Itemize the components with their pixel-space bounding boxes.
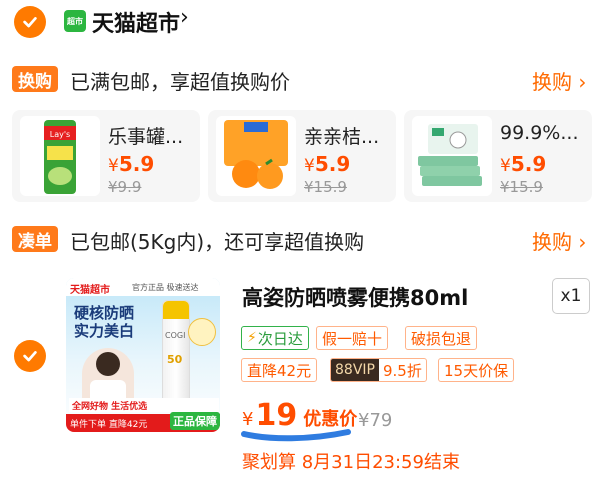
addon-text: 已包邮(5Kg内)，还可享超值换购	[70, 230, 365, 254]
exchange-tag: 换购	[12, 66, 58, 92]
price-protect-badge: 15天价保	[438, 358, 515, 382]
addon-tag: 凑单	[12, 226, 58, 252]
store-select-checkbox[interactable]	[14, 6, 46, 38]
addon-link[interactable]: 换购 ›	[532, 226, 586, 255]
discount-badge: 直降42元	[241, 358, 318, 382]
tmall-supermarket-icon: 超市	[64, 10, 86, 32]
image-brand-sub: 官方正品 极速送达	[132, 283, 199, 292]
image-headline-2: 实力美白	[74, 322, 135, 340]
image-promo-1: 全网好物 生活优选	[72, 402, 148, 412]
exchange-link[interactable]: 换购 ›	[532, 66, 586, 95]
handwritten-underline	[241, 429, 351, 442]
spf-badge	[188, 318, 216, 346]
exchange-item-card[interactable]: Lay's 乐事罐... ¥5.9 ¥9.9	[12, 110, 200, 202]
chevron-right-icon[interactable]: ›	[180, 5, 189, 30]
vip-badge: 88VIP 9.5折	[330, 358, 427, 382]
exchange-item-price: ¥5.9	[500, 152, 547, 176]
check-icon	[23, 351, 37, 362]
product-thumbnail: Lay's	[20, 116, 100, 196]
exchange-item-card[interactable]: 99.9%... ¥5.9 ¥15.9	[404, 110, 592, 202]
exchange-item-name: 99.9%...	[500, 122, 579, 144]
image-promo-2: 单件下单 直降42元	[70, 420, 148, 430]
exchange-text: 已满包邮，享超值换购价	[70, 70, 290, 94]
quantity-button[interactable]: x1	[552, 278, 590, 314]
exchange-item-name: 乐事罐...	[108, 126, 184, 148]
exchange-item-old-price: ¥15.9	[304, 178, 347, 196]
exchange-item-old-price: ¥9.9	[108, 178, 142, 196]
store-name[interactable]: 天猫超市	[92, 6, 180, 38]
product-thumbnail	[412, 116, 492, 196]
damage-refund-badge: 破损包退	[405, 326, 478, 350]
lightning-icon: ⚡	[247, 330, 257, 346]
exchange-item-price: ¥5.9	[304, 152, 351, 176]
item-select-checkbox[interactable]	[14, 340, 46, 372]
next-day-badge: ⚡ 次日达	[241, 326, 309, 350]
check-icon	[23, 17, 37, 28]
exchange-item-name: 亲亲桔...	[304, 126, 380, 148]
product-title[interactable]: 高姿防晒喷雾便携80ml	[242, 282, 468, 312]
model-photo	[82, 348, 134, 404]
product-image[interactable]: 天猫超市 官方正品 极速送达 硬核防晒 实力美白 COGI 50 全网好物 生活…	[66, 278, 220, 432]
product-thumbnail	[216, 116, 296, 196]
exchange-item-price: ¥5.9	[108, 152, 155, 176]
exchange-item-card[interactable]: 亲亲桔... ¥5.9 ¥15.9	[208, 110, 396, 202]
svg-text:Lay's: Lay's	[50, 130, 70, 139]
deal-countdown: 聚划算 8月31日23:59结束	[242, 452, 460, 473]
original-price: ¥79	[358, 410, 393, 431]
exchange-item-old-price: ¥15.9	[500, 178, 543, 196]
sunscreen-bottle: COGI 50	[162, 300, 190, 406]
fake-refund-badge: 假一赔十	[316, 326, 389, 350]
image-brand: 天猫超市	[70, 285, 110, 296]
image-guarantee: 正品保障	[170, 412, 220, 430]
